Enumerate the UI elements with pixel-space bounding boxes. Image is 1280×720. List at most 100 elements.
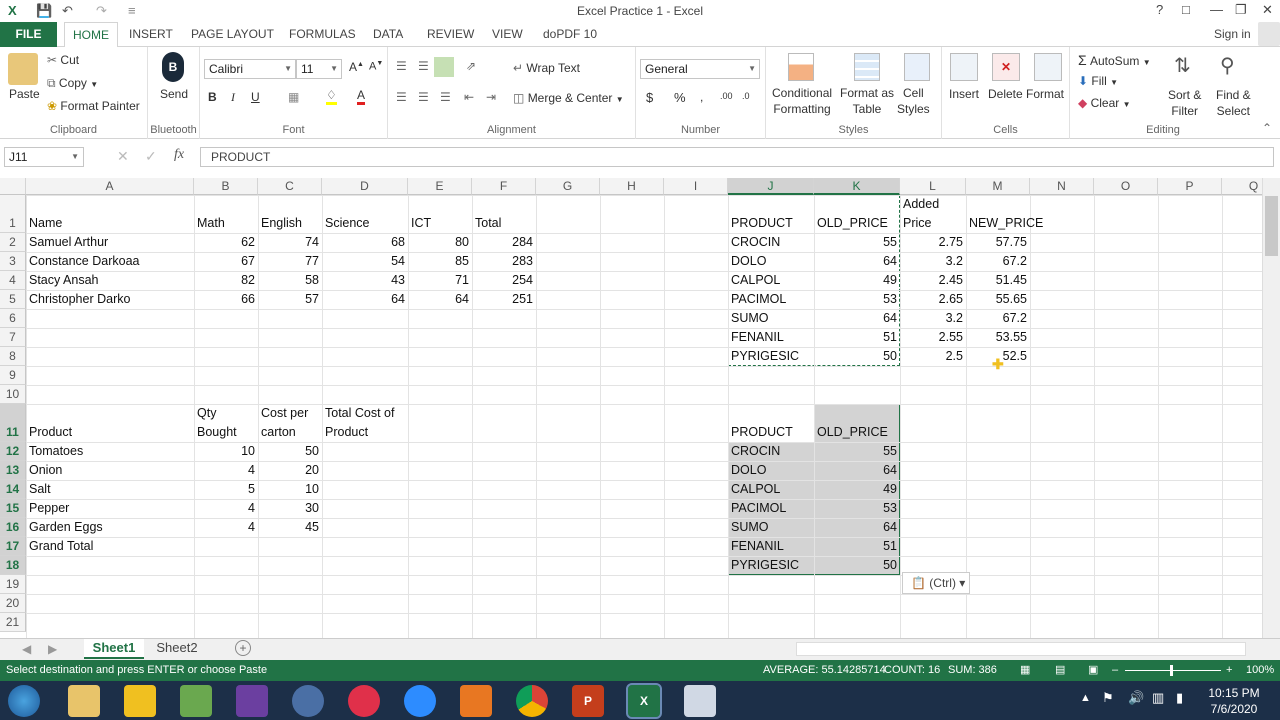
increase-font-icon[interactable]: A▲ [349, 60, 364, 74]
copy-button[interactable]: ⧉ Copy ▼ [47, 76, 98, 91]
row-header-7[interactable]: 7 [0, 328, 26, 347]
clear-button[interactable]: ◆ Clear ▼ [1078, 96, 1131, 110]
middle-align-icon[interactable]: ☰ [418, 59, 429, 73]
taskbar-app-icon[interactable] [124, 685, 156, 717]
number-format-select[interactable]: General ▼ [640, 59, 760, 79]
scroll-thumb[interactable] [1265, 196, 1278, 256]
comma-icon[interactable]: , [700, 90, 703, 104]
paste-button[interactable]: Paste [9, 87, 40, 101]
row-header-5[interactable]: 5 [0, 290, 26, 309]
excel-icon[interactable]: X [626, 683, 662, 719]
paste-options-button[interactable]: 📋 (Ctrl) ▾ [902, 572, 970, 594]
cell-styles-icon[interactable] [904, 53, 930, 81]
battery-icon[interactable]: ▮ [1176, 690, 1183, 706]
font-size-select[interactable]: 11 ▼ [296, 59, 342, 79]
scroll-left-icon[interactable]: ◀ [22, 642, 31, 656]
format-as-table-icon[interactable] [854, 53, 880, 81]
add-sheet-icon[interactable]: + [235, 640, 251, 656]
row-header-18[interactable]: 18 [0, 556, 26, 575]
fill-color-icon[interactable]: ♢ [326, 88, 337, 105]
column-header-l[interactable]: L [900, 178, 966, 195]
minimize-icon[interactable]: — [1210, 2, 1223, 17]
row-header-9[interactable]: 9 [0, 366, 26, 385]
column-header-g[interactable]: G [536, 178, 600, 195]
wrap-text-button[interactable]: ↵ Wrap Text [513, 61, 580, 75]
visual-studio-icon[interactable] [236, 685, 268, 717]
start-button-icon[interactable] [8, 685, 40, 717]
tab-file[interactable]: FILE [0, 22, 57, 47]
paste-icon[interactable] [8, 53, 38, 85]
sheet-tab-sheet1[interactable]: Sheet1 [84, 639, 144, 659]
close-icon[interactable]: ✕ [1262, 2, 1273, 18]
row-header-17[interactable]: 17 [0, 537, 26, 556]
binoculars-icon[interactable]: ⚲ [1220, 53, 1235, 78]
row-header-19[interactable]: 19 [0, 575, 26, 594]
send-button[interactable]: Send [160, 87, 188, 101]
clock-app-icon[interactable] [292, 685, 324, 717]
row-header-4[interactable]: 4 [0, 271, 26, 290]
autosum-button[interactable]: Σ AutoSum ▼ [1078, 52, 1151, 68]
zoom-out-icon[interactable]: – [1112, 660, 1118, 681]
chrome-icon[interactable] [516, 685, 548, 717]
orientation-icon[interactable]: ⇗ [466, 59, 476, 73]
conditional-formatting-button[interactable]: Conditional Formatting [772, 85, 832, 117]
sign-in-link[interactable]: Sign in [1214, 27, 1251, 41]
taskbar-app-icon[interactable] [180, 685, 212, 717]
format-painter-button[interactable]: ❀ Format Painter [47, 99, 140, 113]
italic-icon[interactable]: I [231, 90, 235, 105]
collapse-ribbon-icon[interactable]: ⌃ [1262, 121, 1272, 135]
decrease-decimal-icon[interactable]: .0 [742, 91, 750, 101]
sort-filter-button[interactable]: Sort & Filter [1168, 87, 1201, 119]
tab-home[interactable]: HOME [64, 22, 118, 48]
column-header-e[interactable]: E [408, 178, 472, 195]
column-header-a[interactable]: A [26, 178, 194, 195]
bottom-align-icon[interactable] [434, 57, 454, 77]
flag-icon[interactable]: ⚑ [1102, 690, 1114, 706]
indent-decrease-icon[interactable]: ⇤ [464, 90, 474, 104]
tab-formulas[interactable]: FORMULAS [289, 27, 356, 41]
horizontal-scrollbar[interactable] [796, 642, 1246, 656]
zoom-slider-thumb[interactable] [1170, 665, 1173, 676]
column-header-n[interactable]: N [1030, 178, 1094, 195]
font-color-icon[interactable]: A [357, 88, 366, 105]
row-header-14[interactable]: 14 [0, 480, 26, 499]
row-header-8[interactable]: 8 [0, 347, 26, 366]
column-header-o[interactable]: O [1094, 178, 1158, 195]
column-header-b[interactable]: B [194, 178, 258, 195]
decrease-font-icon[interactable]: A▼ [369, 60, 383, 73]
page-break-icon[interactable]: ▣ [1088, 660, 1098, 681]
find-select-button[interactable]: Find & Select [1216, 87, 1251, 119]
sheet-tab-sheet2[interactable]: Sheet2 [148, 639, 206, 659]
column-header-c[interactable]: C [258, 178, 322, 195]
row-header-15[interactable]: 15 [0, 499, 26, 518]
zoom-level[interactable]: 100% [1246, 660, 1274, 681]
row-header-21[interactable]: 21 [0, 613, 26, 632]
restore-icon[interactable]: ❐ [1235, 2, 1247, 18]
column-header-q[interactable]: Q [1222, 178, 1262, 195]
row-header-1[interactable]: 1 [0, 195, 26, 233]
delete-button[interactable]: Delete [988, 87, 1023, 101]
system-clock[interactable]: 10:15 PM 7/6/2020 [1204, 685, 1264, 717]
help-icon[interactable]: ? [1156, 2, 1163, 17]
bluetooth-icon[interactable]: B [162, 52, 184, 82]
format-cells-icon[interactable] [1034, 53, 1062, 81]
tab-data[interactable]: DATA [373, 27, 403, 41]
fill-button[interactable]: ⬇ Fill ▼ [1078, 74, 1118, 88]
row-header-11[interactable]: 11 [0, 404, 26, 442]
column-header-i[interactable]: I [664, 178, 728, 195]
column-header-j[interactable]: J [728, 178, 814, 195]
ribbon-display-icon[interactable]: □ [1182, 2, 1190, 17]
increase-decimal-icon[interactable]: .00 [720, 91, 733, 101]
select-all-corner[interactable] [0, 178, 26, 195]
column-header-k[interactable]: K [814, 178, 900, 195]
tab-page-layout[interactable]: PAGE LAYOUT [191, 27, 274, 41]
row-header-2[interactable]: 2 [0, 233, 26, 252]
bold-icon[interactable]: B [208, 90, 217, 104]
row-header-10[interactable]: 10 [0, 385, 26, 404]
format-button[interactable]: Format [1026, 87, 1064, 101]
row-header-20[interactable]: 20 [0, 594, 26, 613]
row-header-16[interactable]: 16 [0, 518, 26, 537]
tab-insert[interactable]: INSERT [129, 27, 173, 41]
merge-center-button[interactable]: ◫ Merge & Center ▼ [513, 91, 624, 105]
name-box[interactable]: J11 ▼ [4, 147, 84, 167]
